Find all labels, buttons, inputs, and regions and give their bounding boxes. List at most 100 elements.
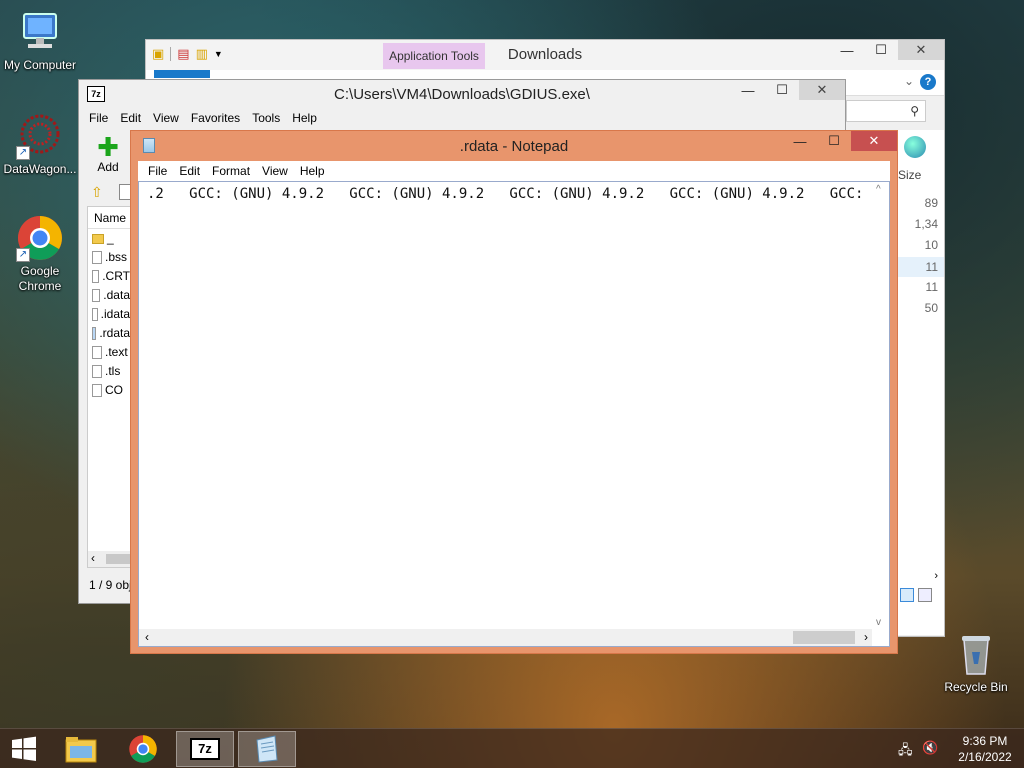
list-item[interactable]: CO — [88, 381, 130, 400]
scroll-thumb[interactable] — [793, 631, 855, 644]
list-item[interactable]: _ — [88, 229, 130, 248]
desktop-icon-label: Recycle Bin — [944, 680, 1008, 694]
chevron-left-icon[interactable]: ‹ — [91, 551, 95, 565]
file-name: .idata — [100, 307, 130, 321]
menu-edit[interactable]: Edit — [114, 111, 147, 125]
shortcut-arrow-icon: ↗ — [16, 146, 30, 160]
chevron-down-icon[interactable]: ⌄ — [904, 74, 914, 88]
file-name: .bss — [105, 250, 128, 264]
chrome-icon: ↗ — [16, 214, 64, 262]
desktop-icon-my-computer[interactable]: My Computer — [0, 8, 80, 73]
menu-format[interactable]: Format — [206, 164, 256, 178]
size-cell: 11 — [925, 280, 938, 294]
file-list-panel: Size 89 1,34 10 11 11 50 › — [898, 130, 944, 635]
list-item[interactable]: .CRT — [88, 267, 130, 286]
caption-buttons: — ☐ ✕ — [830, 40, 944, 60]
taskbar-notepad[interactable] — [238, 731, 296, 767]
list-item[interactable]: .tls — [88, 362, 130, 381]
list-item[interactable]: .rdata — [88, 324, 130, 343]
minimize-button[interactable]: — — [830, 40, 864, 60]
desktop-icon-label: Google Chrome — [18, 264, 62, 293]
recycle-bin-icon — [952, 630, 1000, 678]
scroll-right-icon[interactable]: › — [864, 630, 868, 644]
up-folder-icon[interactable]: ⇧ — [91, 184, 103, 201]
file-tab[interactable] — [154, 70, 210, 78]
scroll-down-icon[interactable]: v — [876, 617, 881, 628]
network-icon[interactable]: 🖧 — [898, 741, 913, 763]
search-icon: ⚲ — [910, 104, 919, 118]
vertical-scrollbar[interactable]: ^ v — [872, 182, 889, 630]
explorer-titlebar[interactable]: ▣ ▤ ▥ ▼ Application Tools Downloads — ☐ … — [146, 40, 944, 70]
chevron-right-icon[interactable]: › — [934, 570, 938, 582]
maximize-button[interactable]: ☐ — [817, 131, 851, 151]
file-icon — [92, 251, 102, 264]
menu-help[interactable]: Help — [286, 111, 323, 125]
start-button[interactable] — [0, 731, 48, 767]
scroll-left-icon[interactable]: ‹ — [145, 630, 149, 644]
file-name: .tls — [105, 364, 121, 378]
column-size[interactable]: Size — [898, 168, 921, 182]
clock-date: 2/16/2022 — [958, 750, 1012, 764]
minimize-button[interactable]: — — [731, 80, 765, 100]
file-icon — [92, 365, 102, 378]
menu-view[interactable]: View — [147, 111, 185, 125]
taskbar-file-explorer[interactable] — [52, 731, 110, 767]
file-icon — [92, 384, 102, 397]
text-editor[interactable]: .2 GCC: (GNU) 4.9.2 GCC: (GNU) 4.9.2 GCC… — [138, 181, 890, 647]
list-item[interactable]: .text — [88, 343, 130, 362]
7zip-menubar: File Edit View Favorites Tools Help — [79, 108, 845, 128]
close-button[interactable]: ✕ — [799, 80, 845, 100]
file-name: .rdata — [99, 326, 130, 340]
desktop-icon-google-chrome[interactable]: ↗ Google Chrome — [0, 214, 80, 294]
menu-help[interactable]: Help — [294, 164, 331, 178]
large-icons-view-icon[interactable] — [918, 588, 932, 602]
close-button[interactable]: ✕ — [898, 40, 944, 60]
taskbar-google-chrome[interactable] — [114, 731, 172, 767]
notepad-window[interactable]: .rdata - Notepad — ☐ ✕ File Edit Format … — [130, 130, 898, 654]
menu-view[interactable]: View — [256, 164, 294, 178]
list-item[interactable]: .data — [88, 286, 130, 305]
size-cell: 50 — [924, 301, 938, 315]
file-icon — [92, 270, 100, 283]
7zip-titlebar[interactable]: 7z C:\Users\VM4\Downloads\GDIUS.exe\ — ☐… — [79, 80, 845, 108]
details-view-icon[interactable] — [900, 588, 914, 602]
notepad-titlebar[interactable]: .rdata - Notepad — ☐ ✕ — [131, 131, 897, 161]
maximize-button[interactable]: ☐ — [765, 80, 799, 100]
shortcut-arrow-icon: ↗ — [16, 248, 30, 262]
taskbar-7zip[interactable]: 7z — [176, 731, 234, 767]
close-button[interactable]: ✕ — [851, 131, 897, 151]
size-cell-selected: 11 — [898, 257, 944, 277]
horizontal-scrollbar[interactable]: ‹ › — [139, 629, 872, 646]
column-name[interactable]: Name — [88, 207, 130, 229]
menu-favorites[interactable]: Favorites — [185, 111, 246, 125]
desktop-icon-recycle-bin[interactable]: Recycle Bin — [936, 630, 1016, 695]
tray-clock[interactable]: 9:36 PM 2/16/2022 — [950, 733, 1020, 765]
desktop-icon-label: My Computer — [3, 58, 77, 72]
search-input[interactable]: ⚲ — [846, 100, 926, 122]
desktop-icon-label: DataWagon... — [3, 162, 77, 176]
horizontal-scrollbar[interactable]: ‹ — [88, 551, 130, 567]
menu-file[interactable]: File — [142, 164, 173, 178]
list-item[interactable]: .idata — [88, 305, 130, 324]
minimize-button[interactable]: — — [783, 131, 817, 151]
menu-tools[interactable]: Tools — [246, 111, 286, 125]
file-name: _ — [107, 231, 114, 245]
list-item[interactable]: .bss — [88, 248, 130, 267]
volume-muted-icon[interactable]: 🔇 — [922, 740, 938, 756]
desktop-icon-datawagon[interactable]: ↗ DataWagon... — [0, 112, 80, 177]
status-bar: 1 / 9 obj — [89, 578, 132, 592]
file-name: .data — [103, 288, 130, 302]
scroll-up-icon[interactable]: ^ — [876, 184, 881, 195]
maximize-button[interactable]: ☐ — [864, 40, 898, 60]
editor-content[interactable]: .2 GCC: (GNU) 4.9.2 GCC: (GNU) 4.9.2 GCC… — [147, 186, 863, 202]
datawagon-icon: ↗ — [16, 112, 64, 160]
clock-time: 9:36 PM — [962, 734, 1008, 748]
help-icon[interactable]: ? — [920, 74, 936, 90]
folder-icon — [65, 737, 97, 763]
windows-logo-icon — [12, 736, 36, 761]
menu-file[interactable]: File — [83, 111, 114, 125]
menu-edit[interactable]: Edit — [173, 164, 206, 178]
caption-buttons: — ☐ ✕ — [783, 131, 897, 151]
file-icon — [92, 346, 102, 359]
add-button[interactable]: ✚ Add — [91, 134, 125, 174]
